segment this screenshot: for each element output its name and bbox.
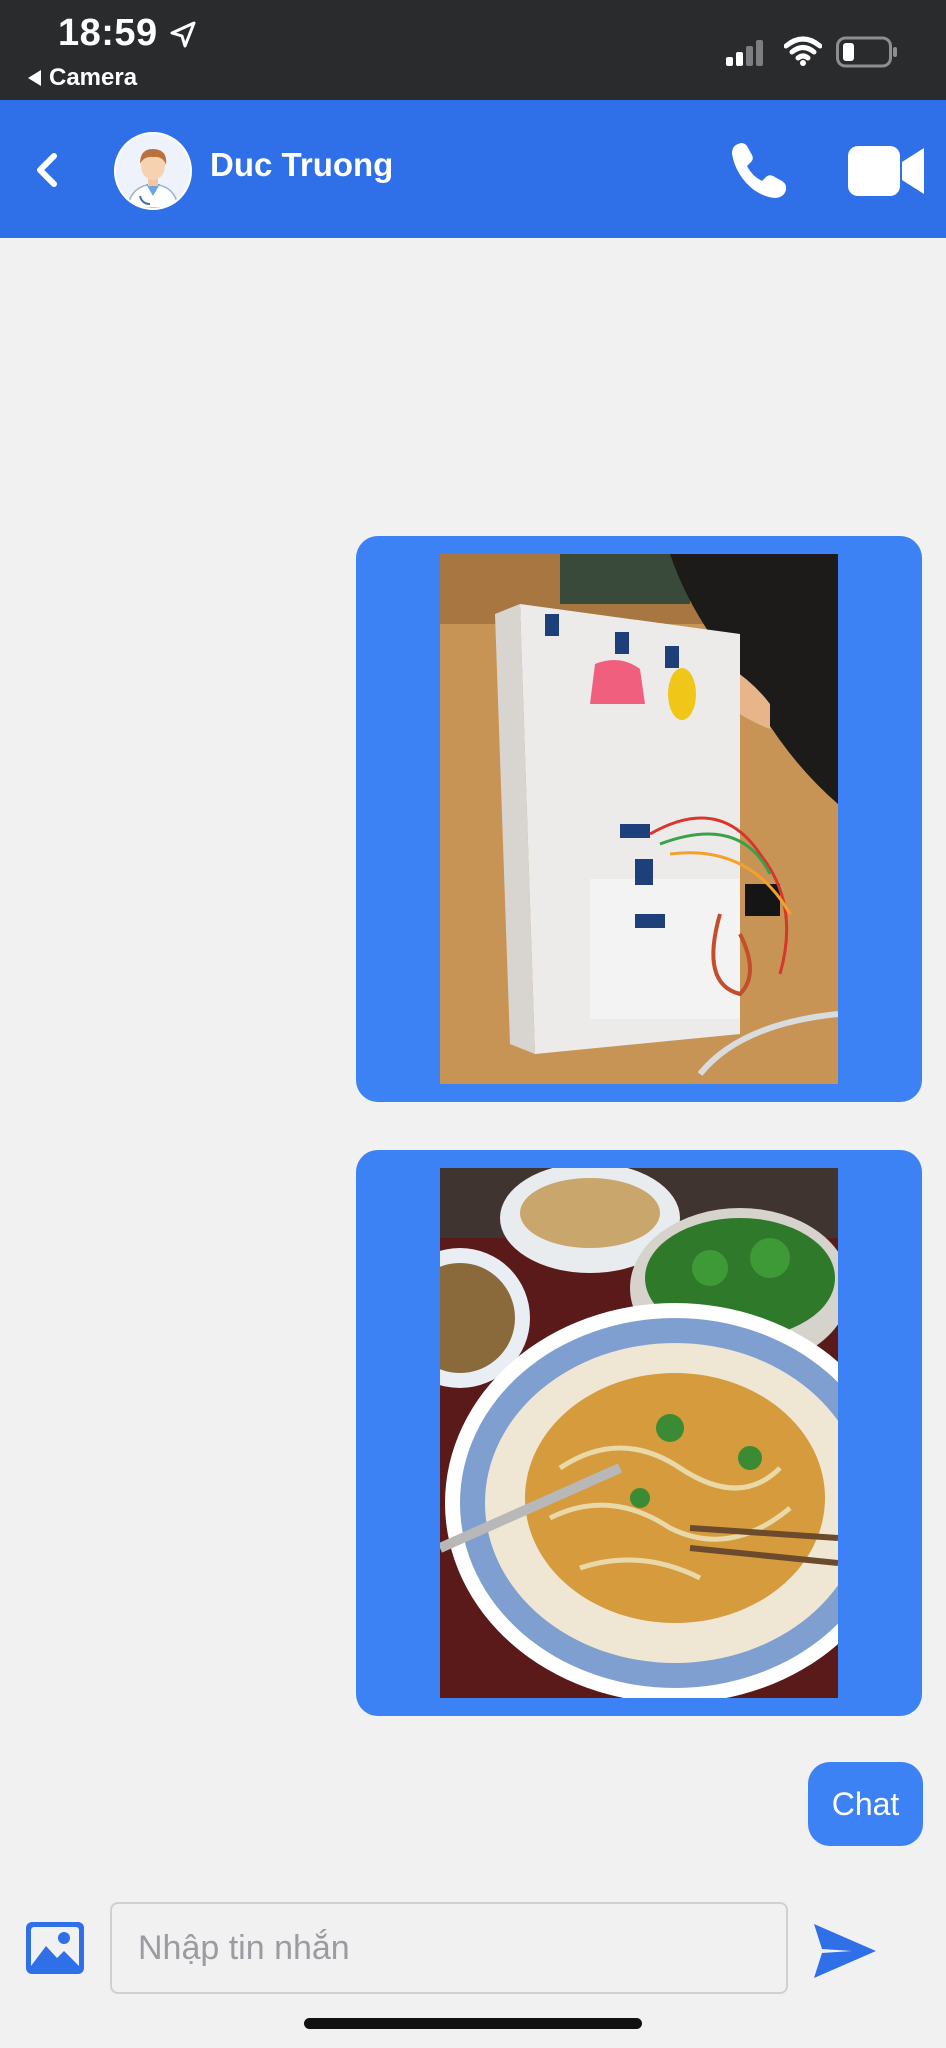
contact-name: Duc Truong (210, 146, 394, 183)
gallery-icon[interactable] (26, 1922, 84, 1974)
prototype-photo-image (440, 554, 838, 1084)
send-icon[interactable] (812, 1922, 878, 1980)
battery-icon (836, 36, 897, 68)
image-message-bubble[interactable] (356, 536, 922, 1102)
image-message-bubble[interactable] (356, 1150, 922, 1716)
back-to-camera-link[interactable]: Camera (28, 64, 137, 92)
message-composer (0, 1880, 946, 2048)
video-camera-icon[interactable] (848, 144, 924, 198)
prototype-photo[interactable] (440, 554, 838, 1084)
wifi-icon (784, 36, 822, 66)
phone-icon[interactable] (728, 140, 790, 200)
noodle-photo[interactable] (440, 1168, 838, 1698)
home-indicator (304, 2018, 642, 2029)
message-list[interactable]: Chat (0, 238, 946, 1888)
back-triangle-icon (28, 70, 41, 86)
cellular-signal-icon (726, 40, 763, 66)
message-input[interactable] (110, 1902, 788, 1994)
text-message-bubble[interactable]: Chat (808, 1762, 923, 1846)
status-time: 18:59 (58, 12, 158, 54)
status-bar: 18:59 Camera (0, 0, 946, 100)
back-app-label: Camera (49, 64, 138, 91)
chat-header: Duc Truong (0, 100, 946, 238)
back-chevron-icon[interactable] (30, 150, 64, 190)
doctor-avatar-icon (116, 134, 190, 208)
location-arrow-icon (170, 21, 196, 48)
avatar[interactable] (114, 132, 192, 210)
noodle-photo-image (440, 1168, 838, 1698)
